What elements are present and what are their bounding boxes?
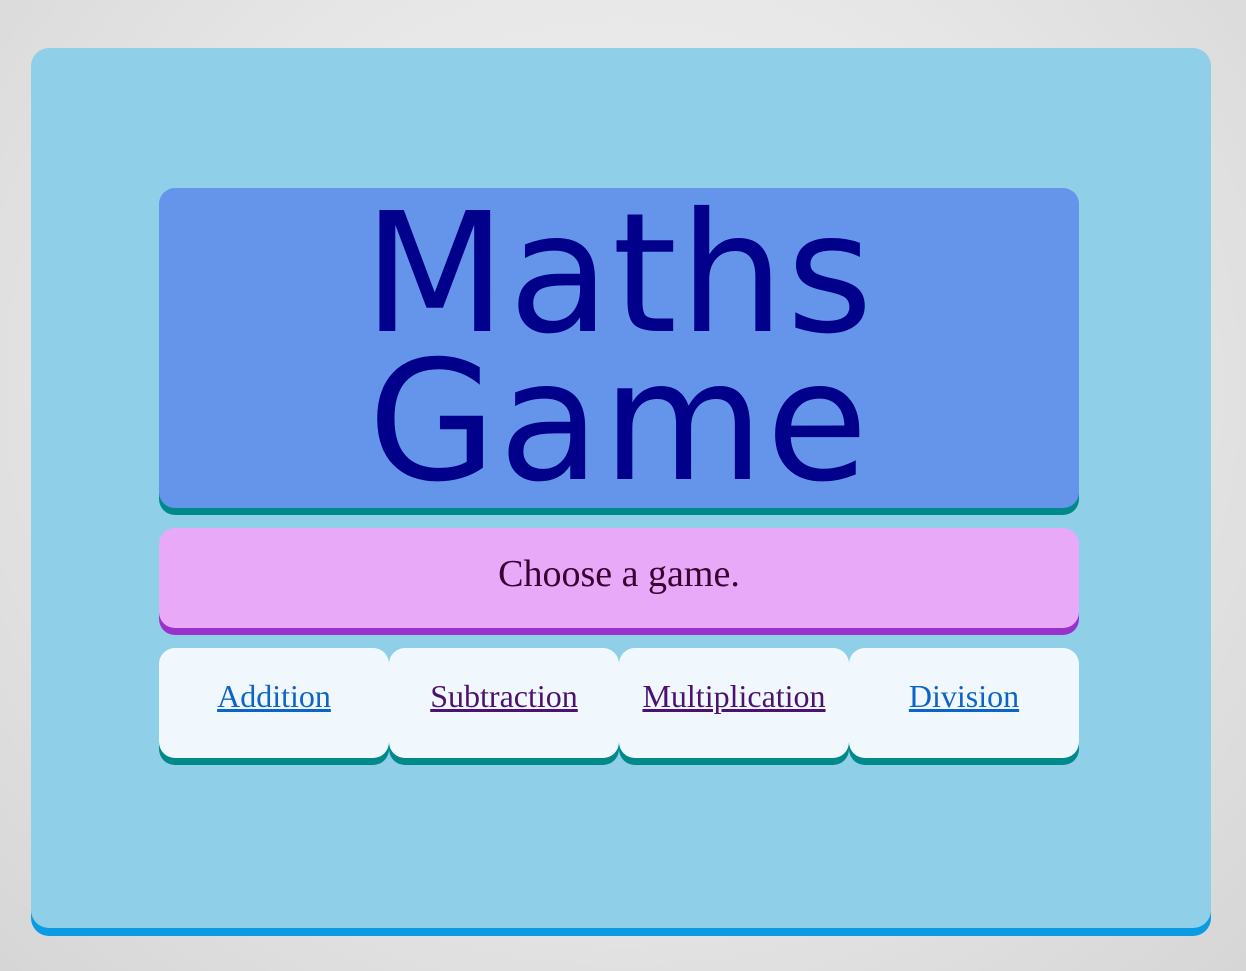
addition-link[interactable]: Addition <box>217 678 331 715</box>
multiplication-link[interactable]: Multiplication <box>642 678 825 715</box>
game-card-addition: Addition <box>159 648 389 758</box>
division-link[interactable]: Division <box>909 678 1019 715</box>
game-menu: Addition Subtraction Multiplication Divi… <box>159 648 1079 758</box>
game-card-subtraction: Subtraction <box>389 648 619 758</box>
game-card-division: Division <box>849 648 1079 758</box>
subtraction-link[interactable]: Subtraction <box>430 678 578 715</box>
prompt-banner: Choose a game. <box>159 528 1079 628</box>
prompt-text: Choose a game. <box>498 553 740 595</box>
title-banner: Maths Game <box>159 188 1079 508</box>
page-title-line-2: Game <box>367 326 871 508</box>
game-panel: Maths Game Choose a game. Addition Subtr… <box>31 48 1211 928</box>
game-card-multiplication: Multiplication <box>619 648 849 758</box>
